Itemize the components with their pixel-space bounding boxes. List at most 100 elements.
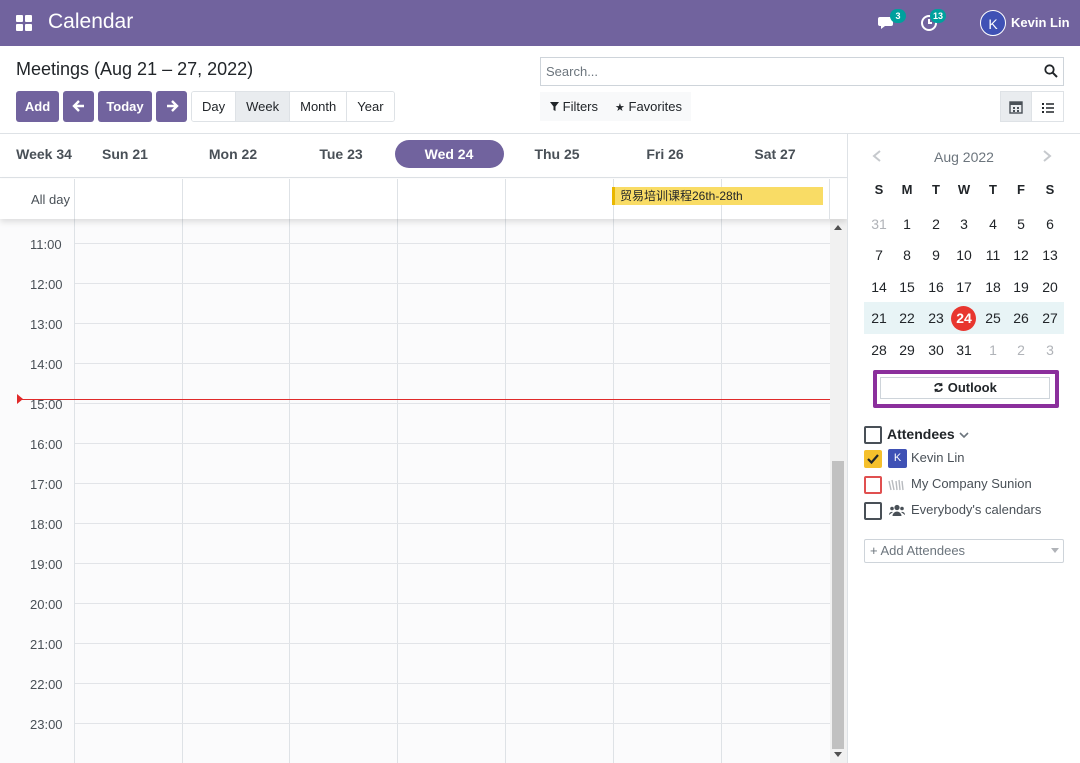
view-month-button[interactable]: Month [290,92,348,121]
mini-calendar-day[interactable]: 18 [979,279,1007,295]
mini-calendar-day[interactable]: 12 [1007,247,1035,263]
hour-line [75,723,830,724]
mini-calendar-day[interactable]: 6 [1036,216,1064,232]
app-title[interactable]: Calendar [48,10,133,34]
day-header-mon[interactable]: Mon 22 [179,146,287,162]
attendee-name-everybody: Everybody's calendars [911,502,1042,517]
messaging-icon[interactable]: 3 [878,9,906,34]
next-button[interactable] [156,91,187,122]
all-day-event[interactable]: 贸易培训课程26th-28th [612,187,823,205]
mini-calendar-day[interactable]: 15 [893,279,921,295]
hour-label: 17:00 [30,477,63,492]
next-month-icon[interactable] [1042,150,1052,162]
previous-button[interactable] [63,91,94,122]
mini-calendar-day[interactable]: 9 [922,247,950,263]
mini-calendar-day[interactable]: 14 [865,279,893,295]
arrow-right-icon [166,100,179,112]
day-header-thu[interactable]: Thu 25 [503,146,611,162]
outlook-sync-button[interactable]: Outlook [880,377,1050,399]
col-divider [505,179,506,219]
attendee-checkbox-everybody[interactable] [864,502,882,520]
hour-label: 16:00 [30,437,63,452]
attendees-select-all-checkbox[interactable] [864,426,882,444]
mini-calendar-day[interactable]: 5 [1007,216,1035,232]
day-header-sun[interactable]: Sun 21 [71,146,179,162]
list-view-toggle[interactable] [1032,91,1064,122]
mini-calendar-day[interactable]: 10 [950,247,978,263]
today-button[interactable]: Today [98,91,152,122]
mini-calendar-day[interactable]: 17 [950,279,978,295]
day-header-fri[interactable]: Fri 26 [611,146,719,162]
view-year-button[interactable]: Year [347,92,394,121]
scroll-thumb[interactable] [832,461,844,749]
calendar-view-toggle[interactable] [1000,91,1032,122]
user-name[interactable]: Kevin Lin [1011,15,1070,30]
view-week-button[interactable]: Week [236,92,291,121]
calendar-scrollbar[interactable] [830,219,847,763]
calendar-week-view: Week 34 Sun 21 Mon 22 Tue 23 Wed 24 Thu … [0,133,847,763]
filters-button[interactable]: Filters [550,99,598,114]
mini-calendar-day[interactable]: 27 [1036,310,1064,326]
day-header-sat[interactable]: Sat 27 [721,146,829,162]
mini-calendar-day[interactable]: 30 [922,342,950,358]
mini-calendar-day[interactable]: 31 [865,216,893,232]
mini-calendar-day[interactable]: 13 [1036,247,1064,263]
apps-menu-icon[interactable] [16,15,32,31]
view-day-button[interactable]: Day [192,92,237,121]
col-divider [289,179,290,219]
top-navbar: Calendar 3 13 K Kevin Lin [0,0,1080,46]
attendees-title[interactable]: Attendees [887,426,969,442]
hour-label: 14:00 [30,357,63,372]
activity-clock-icon[interactable]: 13 [920,9,947,34]
company-logo-icon [888,478,905,492]
scroll-up-arrow[interactable] [834,225,842,230]
mini-calendar-day[interactable]: 2 [1007,342,1035,358]
time-grid[interactable]: 11:00 12:00 13:00 14:00 15:00 16:00 17:0… [0,219,830,763]
mini-calendar-day[interactable]: 1 [979,342,1007,358]
mini-calendar-day[interactable]: 29 [893,342,921,358]
users-icon [889,504,905,516]
arrow-left-icon [71,100,84,112]
attendee-name-company: My Company Sunion [911,476,1032,491]
mini-calendar-day[interactable]: 7 [865,247,893,263]
hour-label: 23:00 [30,717,63,732]
search-icon[interactable] [1044,64,1058,78]
attendee-checkbox-kevin[interactable] [864,450,882,468]
mini-calendar-day[interactable]: 2 [922,216,950,232]
day-header-wed[interactable]: Wed 24 [395,146,503,162]
mini-calendar-day[interactable]: 19 [1007,279,1035,295]
add-button[interactable]: Add [16,91,59,122]
messaging-badge: 3 [890,9,906,23]
scroll-down-arrow[interactable] [834,752,842,757]
mini-calendar-day[interactable]: 3 [950,216,978,232]
mini-calendar-day[interactable]: 31 [950,342,978,358]
mini-calendar-day[interactable]: 4 [979,216,1007,232]
mini-calendar-day[interactable]: 11 [979,247,1007,263]
hour-line [75,323,830,324]
mini-calendar-day[interactable]: 23 [922,310,950,326]
hour-label: 21:00 [30,637,63,652]
prev-month-icon[interactable] [872,150,882,162]
mini-calendar-day[interactable]: 25 [979,310,1007,326]
all-day-label: All day [31,192,71,207]
mini-calendar-day[interactable]: 3 [1036,342,1064,358]
col-divider [829,179,830,219]
dow-label: S [1045,182,1055,197]
attendee-checkbox-company[interactable] [864,476,882,494]
favorites-button[interactable]: ★ Favorites [615,99,682,114]
search-input[interactable] [541,58,1031,85]
all-day-row[interactable]: All day 贸易培训课程26th-28th [0,179,847,219]
mini-calendar-day[interactable]: 16 [922,279,950,295]
user-avatar[interactable]: K [980,10,1006,36]
day-header-tue[interactable]: Tue 23 [287,146,395,162]
add-attendees-input[interactable]: + Add Attendees [864,539,1064,563]
mini-calendar-day[interactable]: 21 [865,310,893,326]
hour-line [75,243,830,244]
mini-calendar-day[interactable]: 1 [893,216,921,232]
mini-calendar-day[interactable]: 28 [865,342,893,358]
mini-calendar-day[interactable]: 26 [1007,310,1035,326]
mini-calendar-day[interactable]: 8 [893,247,921,263]
mini-calendar-day[interactable]: 24 [950,310,978,326]
mini-calendar-day[interactable]: 20 [1036,279,1064,295]
mini-calendar-day[interactable]: 22 [893,310,921,326]
